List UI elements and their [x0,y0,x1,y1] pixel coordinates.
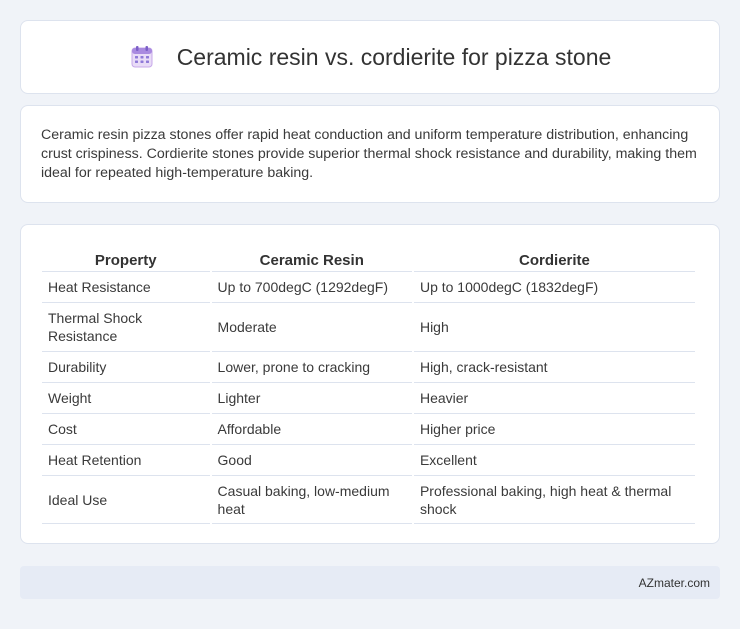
comparison-card: Property Ceramic Resin Cordierite Heat R… [20,224,720,544]
header-cordierite: Cordierite [519,252,590,269]
table-cell: Lighter [211,382,412,413]
table-row: Weight Lighter Heavier [42,382,695,413]
table-cell: Heavier [413,382,695,413]
table-cell: Casual baking, low-medium heat [211,475,412,524]
intro-text: Ceramic resin pizza stones offer rapid h… [41,127,697,181]
header-property: Property [94,252,157,269]
header-ceramic-resin: Ceramic Resin [259,252,364,269]
table-cell: Moderate [211,302,412,351]
table-cell: Durability [42,351,210,382]
table-cell: Heat Resistance [42,271,210,302]
comparison-table: Property Ceramic Resin Cordierite Heat R… [40,245,697,524]
table-header-row: Property Ceramic Resin Cordierite [42,245,695,271]
title-card: Ceramic resin vs. cordierite for pizza s… [20,20,720,94]
calendar-icon [129,44,155,70]
table-cell: Affordable [211,413,412,444]
table-row: Heat Resistance Up to 700degC (1292degF)… [42,271,695,302]
footer-brand: AZmater.com [638,575,710,590]
page-title: Ceramic resin vs. cordierite for pizza s… [176,43,612,70]
table-row: Ideal Use Casual baking, low-medium heat… [42,475,695,524]
table-row: Cost Affordable Higher price [42,413,695,444]
table-cell: Thermal Shock Resistance [42,302,210,351]
table-cell: Good [211,444,412,475]
intro-card: Ceramic resin pizza stones offer rapid h… [20,105,720,203]
table-cell: High [413,302,695,351]
table-cell: Higher price [413,413,695,444]
table-row: Heat Retention Good Excellent [42,444,695,475]
table-cell: Cost [42,413,210,444]
table-cell: Lower, prone to cracking [211,351,412,382]
table-cell: Excellent [413,444,695,475]
table-cell: Ideal Use [42,475,210,524]
footer: AZmater.com [20,566,720,599]
table-cell: Professional baking, high heat & thermal… [413,475,695,524]
table-cell: Weight [42,382,210,413]
table-cell: Up to 700degC (1292degF) [211,271,412,302]
table-cell: Up to 1000degC (1832degF) [413,271,695,302]
table-cell: Heat Retention [42,444,210,475]
table-cell: High, crack-resistant [413,351,695,382]
table-row: Thermal Shock Resistance Moderate High [42,302,695,351]
table-row: Durability Lower, prone to cracking High… [42,351,695,382]
